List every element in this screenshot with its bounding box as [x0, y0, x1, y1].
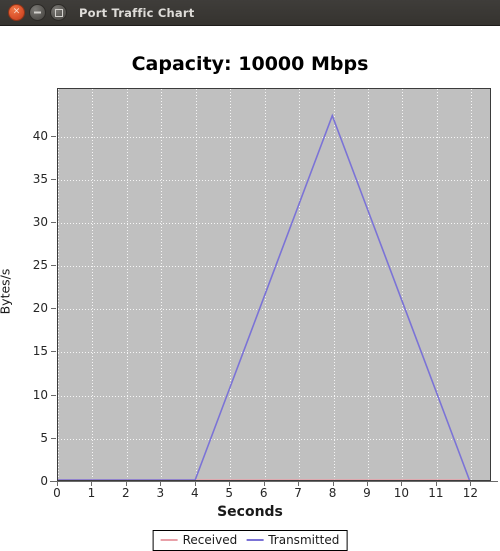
plot-area: [57, 88, 491, 481]
x-axis-tick-label: 1: [87, 486, 96, 500]
y-axis-tick-label: 0: [40, 474, 48, 488]
chart-container: Capacity: 10000 Mbps 0 5 10 15 20 25 30 35 40 0 1 2…: [0, 26, 500, 551]
window-title: Port Traffic Chart: [79, 5, 195, 20]
y-axis-tick-label: 30: [32, 214, 48, 229]
x-axis-tick-mark: [332, 481, 334, 486]
x-axis-tick-label: 2: [122, 486, 130, 500]
chart-legend: Received Transmitted: [152, 530, 348, 551]
maximize-icon[interactable]: [50, 4, 67, 21]
y-axis-tick-label: 15: [32, 344, 48, 359]
y-axis-label: Bytes/s: [0, 268, 13, 315]
y-axis-tick-label: 40: [32, 128, 48, 143]
x-axis-tick-label: 11: [428, 486, 444, 500]
y-axis-tick-mark: [51, 437, 56, 439]
series-line-transmitted: [58, 113, 471, 480]
x-axis-tick-mark: [160, 481, 162, 486]
y-axis-tick-label: 10: [32, 387, 48, 402]
x-axis-tick-label: 12: [462, 486, 478, 500]
legend-entry-transmitted[interactable]: Transmitted: [246, 533, 339, 547]
window-controls: ×: [8, 4, 67, 21]
x-axis-tick-mark: [298, 481, 300, 486]
close-icon[interactable]: ×: [8, 4, 25, 21]
x-axis-tick-mark: [435, 481, 437, 486]
legend-label-received: Received: [182, 533, 238, 547]
x-axis-tick-label: 7: [294, 486, 302, 500]
x-axis-tick-mark: [263, 481, 265, 486]
x-axis-tick-mark: [401, 481, 403, 486]
x-axis-tick-mark: [91, 481, 93, 486]
y-axis-tick-mark: [51, 481, 56, 482]
legend-swatch-received: [160, 539, 178, 541]
x-axis-tick-label: 3: [156, 486, 165, 500]
x-axis-tick-label: 5: [225, 486, 234, 500]
x-axis-label: Seconds: [217, 504, 283, 520]
y-axis-tick-mark: [51, 135, 56, 137]
x-axis-tick-label: 4: [190, 486, 199, 500]
y-axis-tick-mark: [51, 178, 56, 180]
y-axis-tick-label: 5: [40, 430, 48, 445]
x-axis-tick-mark: [367, 481, 368, 486]
x-axis-tick-mark: [194, 481, 196, 486]
x-axis-tick-label: 0: [53, 486, 61, 500]
window-titlebar: × Port Traffic Chart: [0, 0, 500, 26]
x-axis-tick-label: 9: [363, 486, 371, 500]
legend-label-transmitted: Transmitted: [268, 533, 340, 547]
x-axis-tick-mark: [470, 481, 472, 486]
x-axis-line: [50, 481, 498, 482]
x-axis-tick-mark: [57, 481, 58, 486]
x-axis-tick-label: 10: [393, 486, 410, 500]
y-axis-tick-mark: [51, 265, 56, 267]
y-axis-tick-label: 25: [32, 258, 48, 273]
y-axis-tick-mark: [51, 394, 56, 396]
y-axis-tick-label: 35: [32, 171, 48, 186]
y-axis-tick-mark: [51, 221, 56, 223]
maximize-glyph: [54, 8, 63, 17]
y-axis-tick-mark: [51, 351, 56, 353]
legend-entry-received[interactable]: Received: [160, 533, 238, 547]
x-axis-tick-label: 8: [328, 486, 337, 500]
chart-title: Capacity: 10000 Mbps: [131, 53, 369, 75]
minimize-glyph: [34, 11, 41, 13]
x-axis-tick-mark: [229, 481, 231, 486]
data-series-layer: [58, 113, 471, 480]
x-axis-tick-label: 6: [259, 486, 268, 500]
minimize-icon[interactable]: [29, 4, 46, 21]
close-glyph: ×: [12, 6, 21, 17]
y-axis-tick-mark: [51, 308, 56, 310]
y-axis-tick-label: 20: [32, 301, 48, 316]
x-axis-tick-mark: [125, 481, 127, 486]
legend-swatch-transmitted: [246, 539, 264, 541]
